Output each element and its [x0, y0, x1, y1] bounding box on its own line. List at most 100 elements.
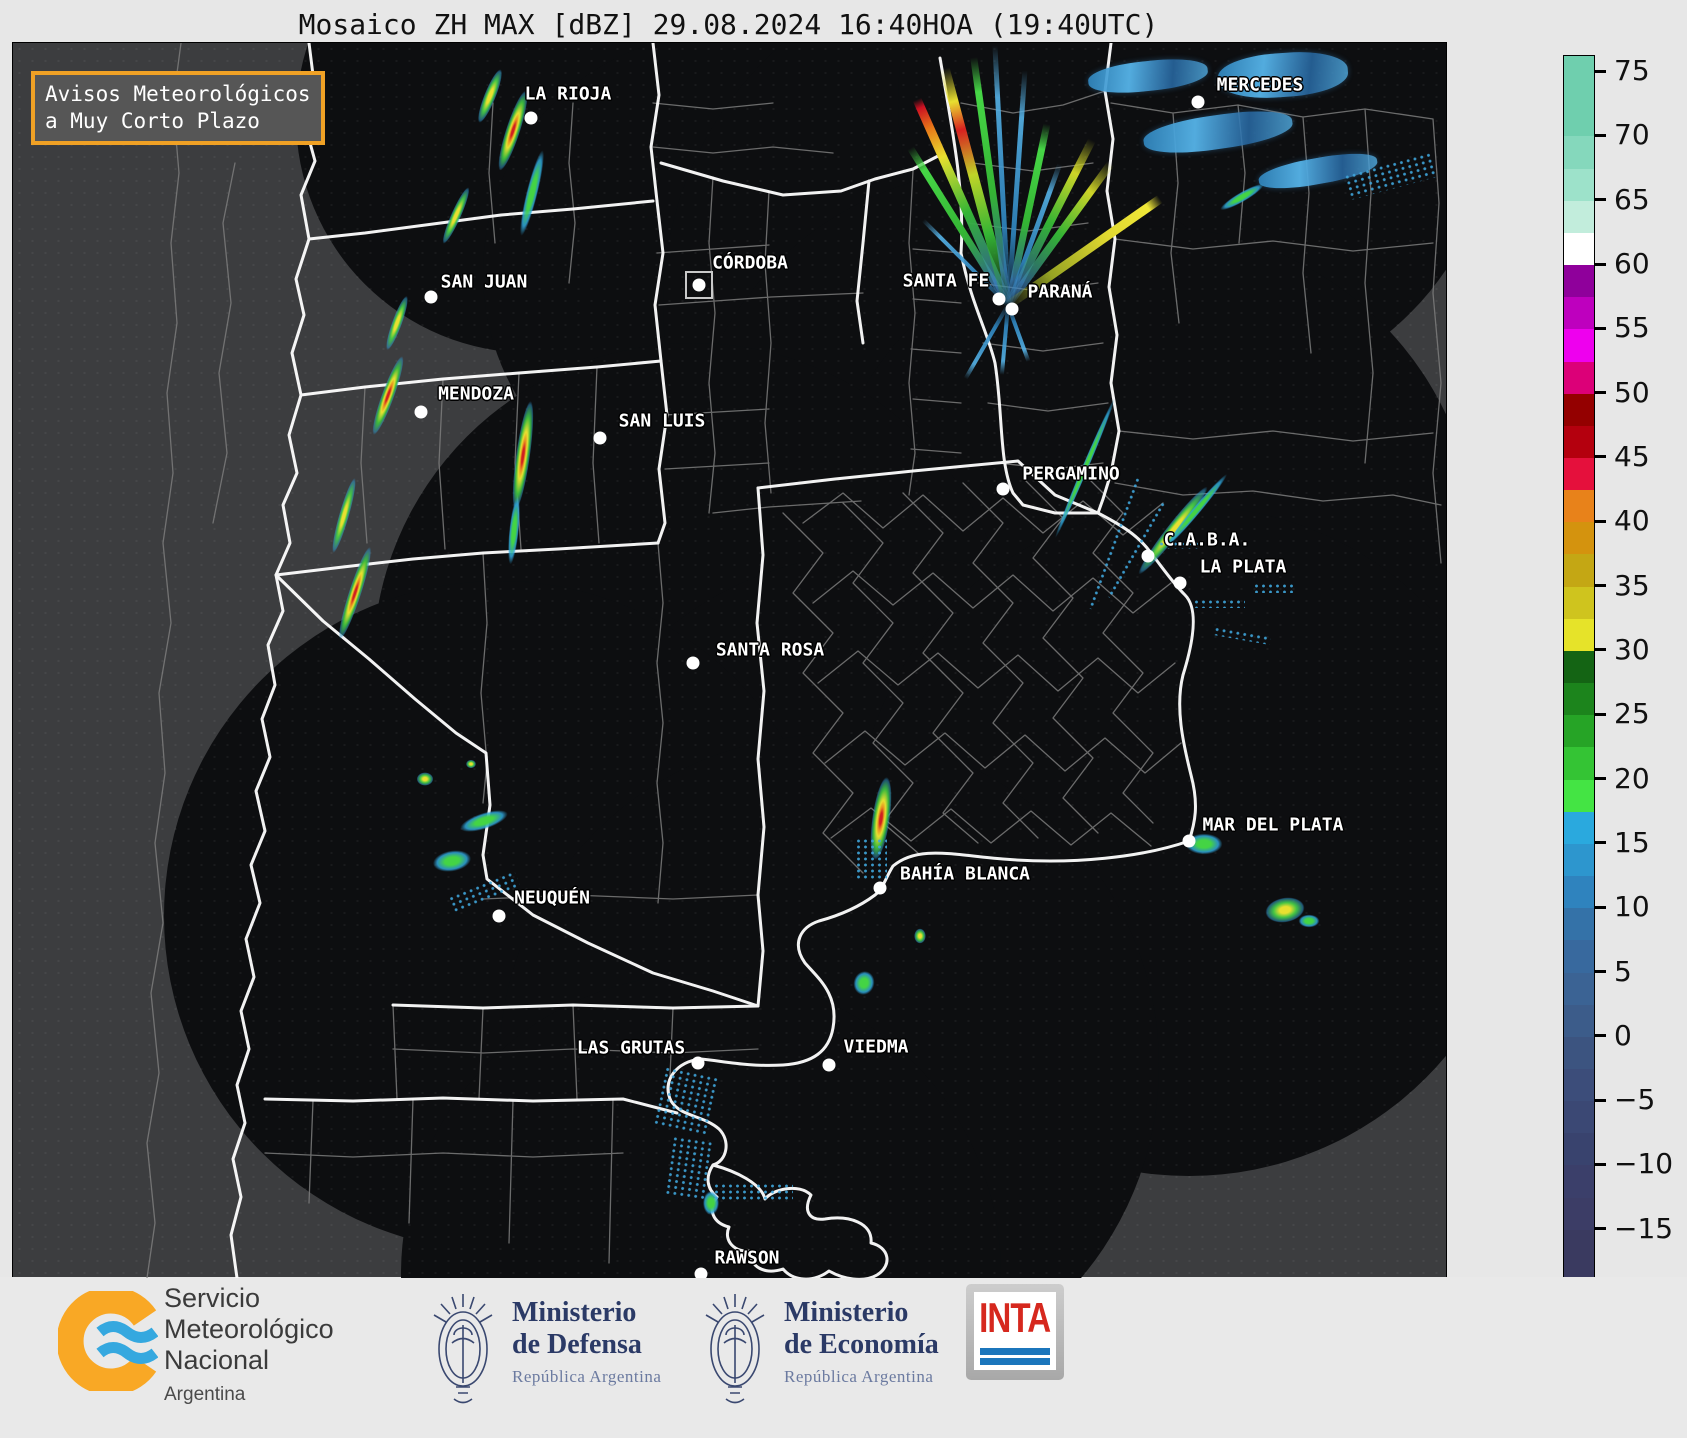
colorbar-tick-label: 30	[1614, 632, 1650, 666]
warning-badge-line1: Avisos Meteorológicos	[45, 82, 311, 106]
coat-of-arms-icon	[433, 1294, 493, 1404]
colorbar-segment	[1564, 522, 1594, 555]
ministerio-economia-wordmark: Ministerio de Economía República Argenti…	[784, 1297, 939, 1387]
city-label: SANTA ROSA	[715, 639, 825, 661]
city-dot	[996, 482, 1010, 496]
colorbar-tick-label: 10	[1614, 890, 1650, 924]
colorbar-tick	[1594, 133, 1606, 137]
colorbar-tick-label: −10	[1614, 1147, 1674, 1181]
radar-mosaic-map: LA RIOJA MERCEDES SAN JUAN CÓRDOBA SANTA FE P…	[12, 42, 1447, 1279]
defensa-line1: Ministerio	[512, 1297, 637, 1328]
city-dot	[992, 292, 1006, 306]
colorbar-segment	[1564, 940, 1594, 973]
colorbar-segment	[1564, 1068, 1594, 1102]
city-label: MERCEDES	[1216, 74, 1304, 96]
colorbar-segment	[1564, 1101, 1594, 1134]
colorbar-tick-label: 75	[1614, 54, 1650, 88]
colorbar-tick	[1594, 1162, 1606, 1166]
colorbar-segment	[1564, 1133, 1594, 1166]
colorbar-segment	[1564, 168, 1594, 202]
map-borders	[146, 43, 1442, 1278]
colorbar-segment	[1564, 56, 1594, 137]
radar-echo	[465, 759, 477, 769]
colorbar-tick-label: 50	[1614, 375, 1650, 409]
colorbar-segment	[1564, 1036, 1594, 1070]
colorbar-segment	[1564, 265, 1594, 298]
economia-line1: Ministerio	[784, 1297, 909, 1328]
colorbar-tick-label: 0	[1614, 1018, 1632, 1052]
colorbar-tick	[1594, 1227, 1606, 1231]
defensa-line2: de Defensa	[512, 1329, 642, 1360]
smn-line1: Servicio	[164, 1283, 261, 1313]
colorbar-segment	[1564, 876, 1594, 909]
colorbar-tick-label: 40	[1614, 504, 1650, 538]
city-dot	[424, 290, 438, 304]
colorbar-segment	[1564, 457, 1594, 491]
colorbar-segment	[1564, 715, 1594, 748]
radar-echo	[713, 1183, 793, 1201]
colorbar-tick-label: 45	[1614, 439, 1650, 473]
colorbar-segment	[1564, 136, 1594, 170]
city-label: RAWSON	[714, 1247, 780, 1269]
colorbar-segment	[1564, 297, 1594, 330]
city-dot	[1182, 834, 1196, 848]
colorbar-tick-label: 55	[1614, 311, 1650, 345]
economia-line2: de Economía	[784, 1329, 939, 1360]
colorbar-segment	[1564, 618, 1594, 652]
colorbar-segment	[1564, 586, 1594, 620]
colorbar-tick	[1594, 1034, 1606, 1038]
colorbar-segment	[1564, 232, 1594, 266]
colorbar-segment	[1564, 1004, 1594, 1038]
colorbar-tick	[1594, 519, 1606, 523]
colorbar-tick	[1594, 905, 1606, 909]
city-label: MENDOZA	[438, 383, 514, 405]
colorbar-segment	[1564, 425, 1594, 459]
colorbar-tick-label: 60	[1614, 247, 1650, 281]
colorbar-tick	[1594, 841, 1606, 845]
colorbar-tick-label: 15	[1614, 825, 1650, 859]
city-label: PARANÁ	[1027, 281, 1093, 303]
colorbar-tick	[1594, 326, 1606, 330]
ministerio-defensa-wordmark: Ministerio de Defensa República Argentin…	[512, 1297, 661, 1387]
city-dot	[873, 881, 887, 895]
economia-line3: República Argentina	[784, 1367, 934, 1386]
smn-wordmark: Servicio Meteorológico Nacional Argentin…	[164, 1283, 334, 1410]
city-dot	[414, 405, 428, 419]
colorbar-tick-label: 5	[1614, 954, 1632, 988]
smn-line2: Meteorológico	[164, 1314, 334, 1344]
colorbar-segment	[1564, 490, 1594, 523]
colorbar-tick	[1594, 1098, 1606, 1102]
footer: Servicio Meteorológico Nacional Argentin…	[0, 1277, 1687, 1438]
page-title: Mosaico ZH MAX [dBZ] 29.08.2024 16:40HOA…	[298, 8, 1159, 41]
colorbar-segment	[1564, 329, 1594, 362]
city-label: VIEDMA	[843, 1036, 909, 1058]
colorbar-segment	[1564, 361, 1594, 395]
colorbar-tick	[1594, 198, 1606, 202]
colorbar-segment	[1564, 747, 1594, 781]
city-label: SAN LUIS	[618, 410, 706, 432]
colorbar-segment	[1564, 908, 1594, 941]
colorbar-segment	[1564, 393, 1594, 427]
colorbar-segment	[1564, 1197, 1594, 1231]
city-label: LA PLATA	[1199, 556, 1287, 578]
colorbar-tick	[1594, 970, 1606, 973]
radar-echo	[1193, 599, 1245, 608]
colorbar-tick-label: 65	[1614, 182, 1650, 216]
city-dot	[524, 111, 538, 125]
colorbar-segment	[1564, 683, 1594, 716]
city-dot	[691, 1056, 705, 1070]
inta-logo-inner: INTA	[974, 1292, 1056, 1370]
city-label: LAS GRUTAS	[576, 1037, 686, 1059]
city-dot	[822, 1058, 836, 1072]
colorbar-tick-label: −5	[1614, 1083, 1656, 1117]
city-label: NEUQUÉN	[514, 887, 590, 909]
colorbar-tick-label: 25	[1614, 697, 1650, 731]
smn-line3: Nacional	[164, 1345, 270, 1375]
smn-logo-icon	[58, 1291, 158, 1391]
colorbar-tick	[1594, 584, 1606, 588]
colorbar-tick	[1594, 455, 1606, 459]
city-dot	[492, 909, 506, 923]
warning-badge-line2: a Muy Corto Plazo	[45, 109, 260, 133]
inta-label: INTA	[979, 1293, 1051, 1341]
colorbar-segment	[1564, 1229, 1594, 1279]
